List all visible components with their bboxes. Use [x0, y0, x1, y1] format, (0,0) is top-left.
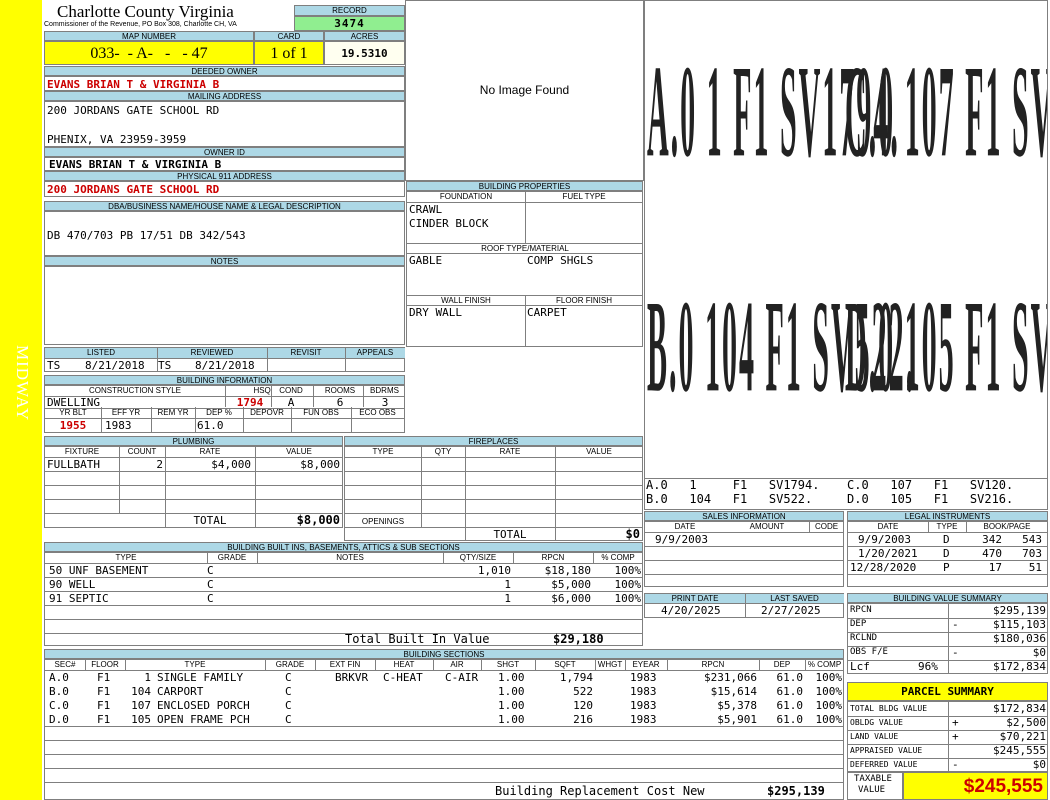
plumbing-header: PLUMBING: [44, 436, 343, 446]
taxable-value: $245,555: [903, 772, 1048, 800]
sales-header: SALES INFORMATION: [644, 511, 844, 521]
property-photo: No Image Found: [405, 0, 644, 181]
legal-instruments-table: DATE TYPE BOOK/PAGE 9/9/2003 D 342 543 1…: [847, 521, 1048, 587]
commissioner-text: Commissioner of the Revenue, PO Box 308,…: [44, 21, 237, 28]
fireplaces-header: FIREPLACES: [344, 436, 643, 446]
card-header: CARD: [254, 31, 324, 41]
last-saved-date: 2/27/2025: [761, 604, 821, 617]
taxable-label: TAXABLE VALUE: [847, 772, 903, 800]
deeded-owner-header: DEEDED OWNER: [44, 66, 405, 76]
builtins-header: BUILDING BUILT INS, BASEMENTS, ATTICS & …: [44, 542, 643, 552]
mailing-address-header: MAILING ADDRESS: [44, 91, 405, 101]
depreciation-pct: 61.0: [197, 419, 224, 432]
physical-address-header: PHYSICAL 911 ADDRESS: [44, 171, 405, 181]
building-properties-header: BUILDING PROPERTIES: [406, 181, 643, 191]
listing-info: LISTED REVIEWED REVISIT APPEALS TS 8/21/…: [44, 347, 405, 372]
mailing-address: 200 JORDANS GATE SCHOOL RD PHENIX, VA 23…: [44, 101, 405, 147]
print-date: 4/20/2025: [661, 604, 721, 617]
sketch-label-d: D.0 105 F1 SV216.: [845, 276, 1047, 422]
county-header: Charlotte County Virginia Commissioner o…: [44, 0, 294, 31]
building-properties: FOUNDATION FUEL TYPE CRAWL CINDER BLOCK …: [406, 191, 643, 347]
sales-table: DATE AMOUNT CODE 9/9/2003: [644, 521, 844, 587]
acres-value: 19.5310: [324, 41, 405, 65]
fireplaces-total: $0: [625, 527, 640, 541]
year-built: 1955: [59, 419, 87, 432]
sections-header: BUILDING SECTIONS: [44, 649, 844, 659]
card-number: 1 of 1: [254, 41, 324, 65]
print-info: PRINT DATE LAST SAVED 4/20/2025 2/27/202…: [644, 593, 844, 618]
parcel-summary-header: PARCEL SUMMARY: [847, 682, 1048, 701]
building-info-header: BUILDING INFORMATION: [44, 375, 405, 385]
notes-box: [44, 266, 405, 345]
plumbing-count: 2: [156, 458, 163, 471]
value-summary: RPCN $295,139 DEP - $115,103 RCLND $180,…: [847, 603, 1048, 674]
record-number: 3474: [294, 16, 405, 31]
owner-id-header: OWNER ID: [44, 147, 405, 157]
plumbing-table: FIXTURE COUNT RATE VALUE FULLBATH 2 $4,0…: [44, 446, 343, 528]
sketch-label-c: C.0 107 F1 SV120.: [845, 41, 1047, 187]
legal-description-header: DBA/BUSINESS NAME/HOUSE NAME & LEGAL DES…: [44, 201, 405, 211]
deeded-owner: EVANS BRIAN T & VIRGINIA B: [44, 76, 405, 91]
floor-finish: CARPET: [527, 306, 567, 319]
parcel-summary: TOTAL BLDG VALUE $172,834 OBLDG VALUE + …: [847, 701, 1048, 772]
notes-header: NOTES: [44, 256, 405, 266]
map-number-header: MAP NUMBER: [44, 31, 254, 41]
sketch-legend-d: D.0 105 F1 SV216.: [847, 492, 1014, 506]
effective-year: 1983: [105, 419, 132, 432]
record-header: RECORD: [294, 5, 405, 16]
owner-id: EVANS BRIAN T & VIRGINIA B: [44, 157, 405, 171]
plumbing-total: $8,000: [296, 513, 340, 527]
building-sketch: A.0 1 F1 SV1794. C.0 107 F1 SV120. B.0 1…: [644, 0, 1048, 510]
plumbing-fixture: FULLBATH: [47, 458, 100, 471]
building-info: CONSTRUCTION STYLE HSQFT COND ROOMS DWEL…: [44, 385, 405, 433]
plumbing-value: $8,000: [300, 458, 340, 471]
sale-date: 9/9/2003: [655, 533, 708, 546]
sketch-legend-a: A.0 1 F1 SV1794.: [646, 478, 820, 492]
sketch-legend-b: B.0 104 F1 SV522.: [646, 492, 813, 506]
value-summary-header: BUILDING VALUE SUMMARY: [847, 593, 1048, 603]
map-number: 033- - A- - - 47: [44, 41, 254, 65]
legal-description: DB 470/703 PB 17/51 DB 342/543: [44, 211, 405, 256]
sections-table: SEC# FLOOR TYPE GRADE EXT FIN HEAT AIR S…: [44, 659, 844, 800]
builtins-table: TYPE GRADE NOTES QTY/SIZE RPCN % COMP 50…: [44, 552, 643, 646]
county-title: Charlotte County Virginia: [57, 2, 234, 21]
acres-header: ACRES: [324, 31, 405, 41]
wall-finish: DRY WALL: [409, 306, 462, 319]
roof-material: COMP SHGLS: [527, 254, 594, 267]
side-label: MIDWAY: [13, 345, 32, 422]
physical-address: 200 JORDANS GATE SCHOOL RD: [44, 181, 405, 197]
foundation-material: CINDER BLOCK: [409, 217, 489, 230]
builtins-total: $29,180: [553, 632, 604, 646]
replacement-cost: $295,139: [767, 784, 825, 798]
roof-type: GABLE: [409, 254, 443, 267]
sketch-legend-c: C.0 107 F1 SV120.: [847, 478, 1014, 492]
side-strip: MIDWAY: [0, 0, 42, 800]
fireplaces-table: TYPE QTY RATE VALUE OPENINGS TOTAL $0: [344, 446, 643, 541]
foundation-value: CRAWL: [409, 203, 443, 216]
legal-instruments-header: LEGAL INSTRUMENTS: [847, 511, 1048, 521]
plumbing-rate: $4,000: [211, 458, 251, 471]
